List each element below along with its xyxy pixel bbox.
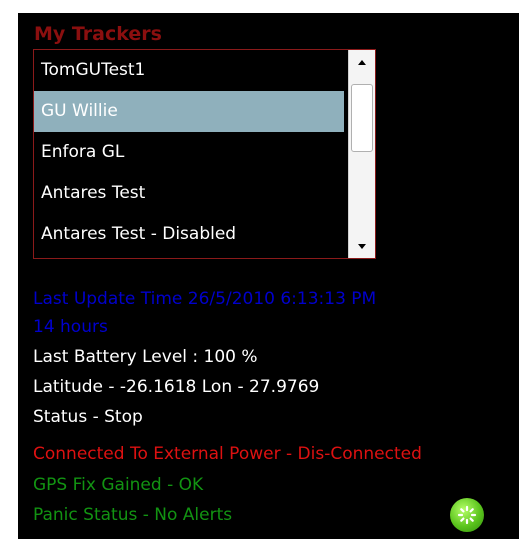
tracker-panel: My Trackers TomGUTest1 GU Willie Enfora … [18, 13, 519, 539]
status-text: Status - Stop [33, 407, 143, 427]
list-scrollbar[interactable] [348, 50, 375, 258]
list-item[interactable]: Antares Test [34, 173, 344, 214]
battery-level: Last Battery Level : 100 % [33, 347, 258, 367]
arrow-down-icon [358, 243, 366, 249]
list-item[interactable]: TomGUTest1 [34, 50, 344, 91]
list-item-selected[interactable]: GU Willie [34, 91, 344, 132]
trackers-listbox[interactable]: TomGUTest1 GU Willie Enfora GL Antares T… [33, 49, 376, 259]
update-age: 14 hours [33, 317, 108, 337]
refresh-button[interactable] [450, 498, 484, 532]
lat-lon: Latitude - -26.1618 Lon - 27.9769 [33, 377, 320, 397]
last-update-time: Last Update Time 26/5/2010 6:13:13 PM [33, 289, 377, 309]
list-item[interactable]: Enfora GL [34, 132, 344, 173]
arrow-up-icon [358, 59, 366, 65]
external-power-status: Connected To External Power - Dis-Connec… [33, 444, 422, 464]
list-item[interactable]: Antares Test - Disabled [34, 214, 344, 255]
panic-status: Panic Status - No Alerts [33, 505, 233, 525]
scroll-down-button[interactable] [349, 234, 375, 258]
gps-fix-status: GPS Fix Gained - OK [33, 475, 204, 495]
trackers-title: My Trackers [34, 23, 162, 45]
scroll-up-button[interactable] [349, 50, 375, 74]
scroll-thumb[interactable] [351, 84, 373, 152]
refresh-icon [457, 505, 477, 525]
